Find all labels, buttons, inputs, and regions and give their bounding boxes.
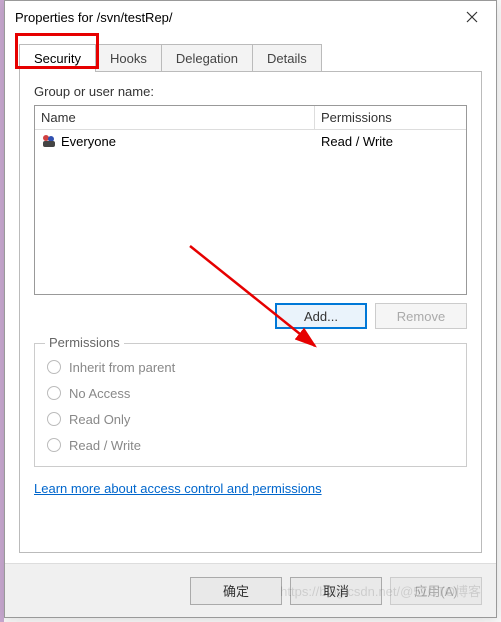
tab-details-label: Details <box>267 51 307 66</box>
group-icon <box>41 133 57 149</box>
group-label: Group or user name: <box>34 84 467 99</box>
permissions-groupbox: Permissions Inherit from parent No Acces… <box>34 343 467 467</box>
list-row[interactable]: Everyone Read / Write <box>35 130 466 152</box>
permissions-legend: Permissions <box>45 335 124 350</box>
window-title: Properties for /svn/testRep/ <box>15 10 173 25</box>
dialog-button-row: 确定 取消 应用(A) <box>5 563 496 617</box>
radio-icon <box>47 438 61 452</box>
col-name-header[interactable]: Name <box>35 106 315 129</box>
tab-security-label: Security <box>34 51 81 66</box>
radio-read-only: Read Only <box>47 406 454 432</box>
col-permissions-header[interactable]: Permissions <box>315 106 466 129</box>
radio-inherit: Inherit from parent <box>47 354 454 380</box>
radio-icon <box>47 386 61 400</box>
radio-read-only-label: Read Only <box>69 412 130 427</box>
radio-icon <box>47 360 61 374</box>
learn-more-row: Learn more about access control and perm… <box>34 481 467 496</box>
tab-hooks[interactable]: Hooks <box>95 44 162 72</box>
tab-details[interactable]: Details <box>252 44 322 72</box>
tab-delegation-label: Delegation <box>176 51 238 66</box>
remove-button: Remove <box>375 303 467 329</box>
radio-read-write-label: Read / Write <box>69 438 141 453</box>
radio-no-access-label: No Access <box>69 386 130 401</box>
learn-more-link[interactable]: Learn more about access control and perm… <box>34 481 322 496</box>
tab-hooks-label: Hooks <box>110 51 147 66</box>
radio-no-access: No Access <box>47 380 454 406</box>
tab-security[interactable]: Security <box>19 44 96 72</box>
add-button[interactable]: Add... <box>275 303 367 329</box>
user-list[interactable]: Name Permissions Everyone Read / Write <box>34 105 467 295</box>
titlebar: Properties for /svn/testRep/ <box>5 1 496 33</box>
close-icon[interactable] <box>452 3 492 31</box>
tab-delegation[interactable]: Delegation <box>161 44 253 72</box>
radio-read-write: Read / Write <box>47 432 454 458</box>
security-panel: Group or user name: Name Permissions Eve… <box>19 71 482 553</box>
row-name: Everyone <box>61 134 116 149</box>
ok-button[interactable]: 确定 <box>190 577 282 605</box>
radio-icon <box>47 412 61 426</box>
row-permissions: Read / Write <box>315 132 466 151</box>
cancel-button[interactable]: 取消 <box>290 577 382 605</box>
list-header: Name Permissions <box>35 106 466 130</box>
apply-button: 应用(A) <box>390 577 482 605</box>
list-button-row: Add... Remove <box>34 303 467 329</box>
tab-row: Security Hooks Delegation Details <box>19 41 496 71</box>
radio-inherit-label: Inherit from parent <box>69 360 175 375</box>
properties-dialog: Properties for /svn/testRep/ Security Ho… <box>4 0 497 618</box>
